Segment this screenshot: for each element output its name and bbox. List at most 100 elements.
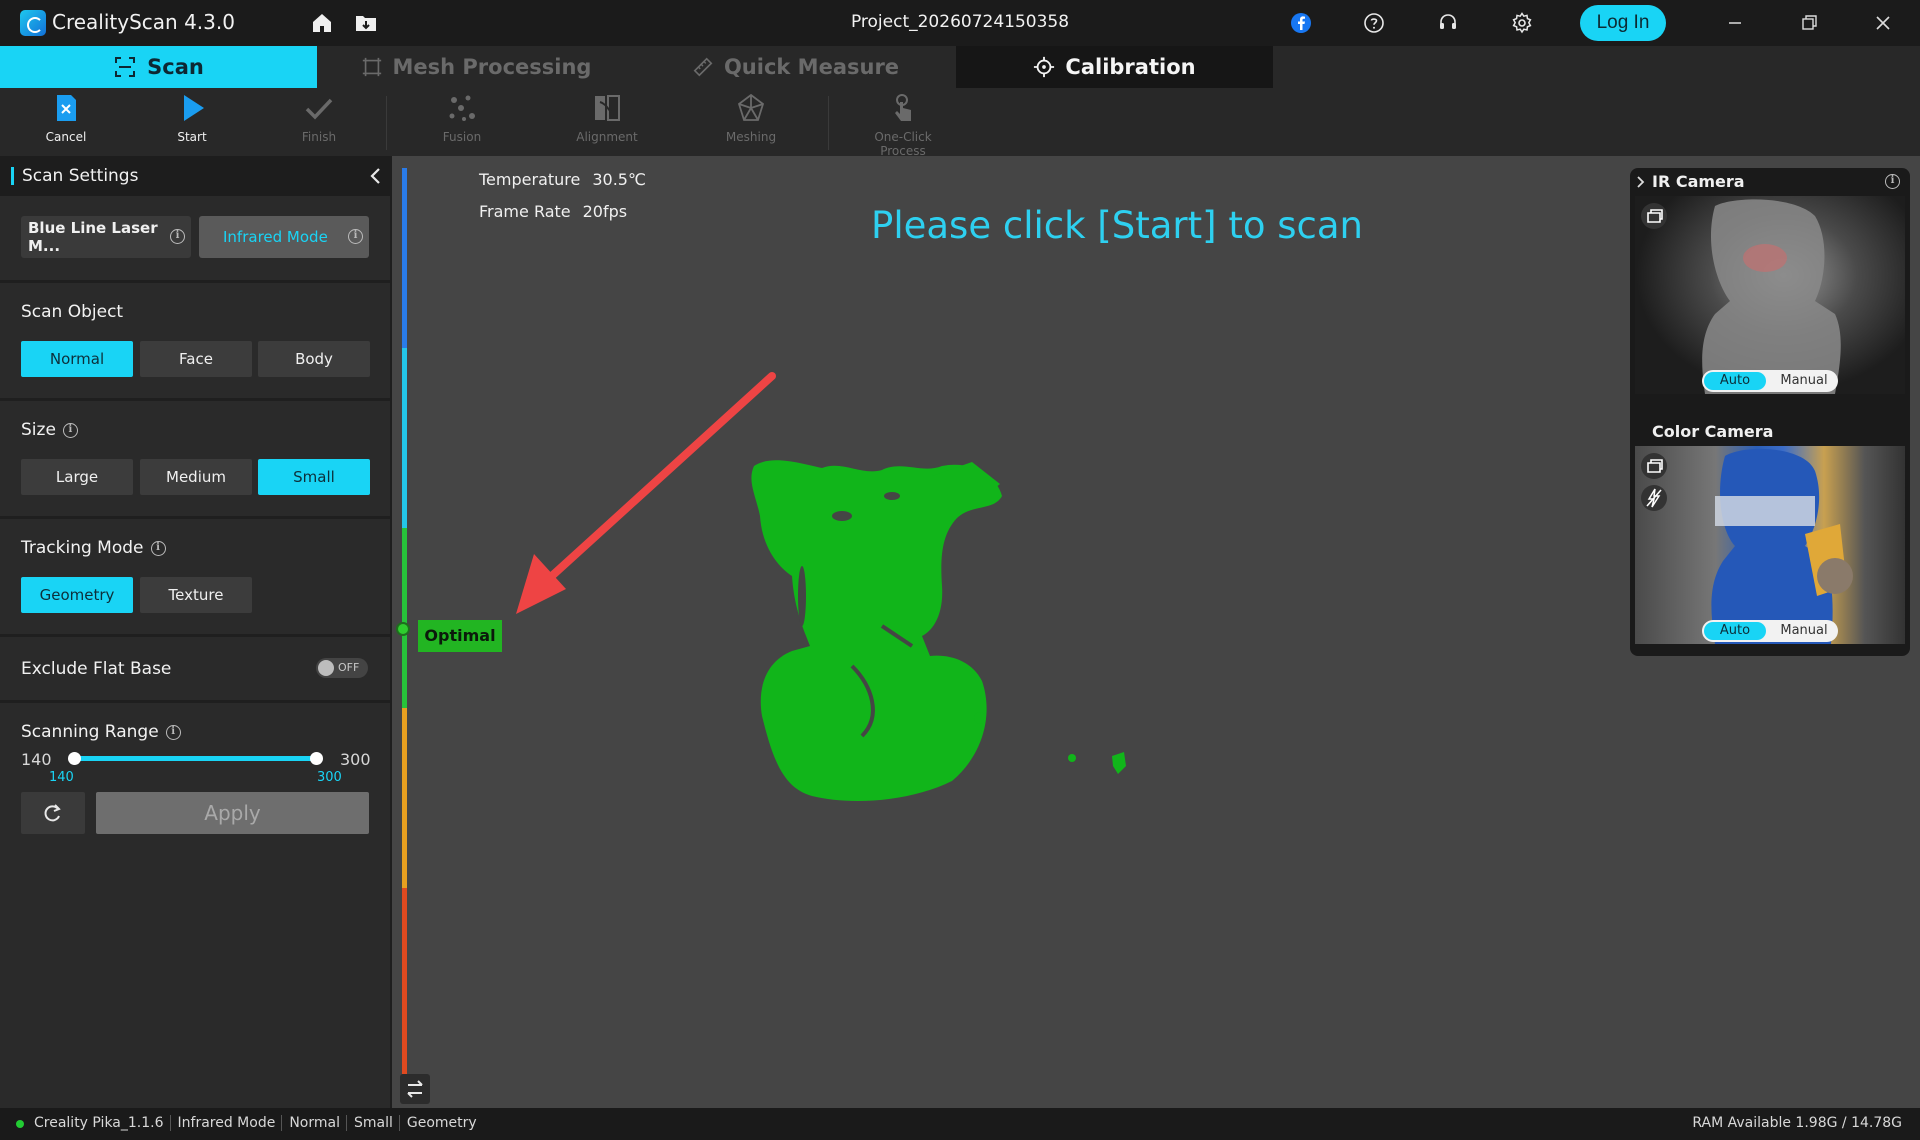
tab-mesh-processing[interactable]: Mesh Processing: [317, 46, 635, 88]
reset-button[interactable]: [21, 792, 85, 834]
info-icon[interactable]: i: [165, 724, 181, 740]
tracking-geometry[interactable]: Geometry: [21, 577, 133, 613]
support-headset-icon[interactable]: [1436, 11, 1460, 35]
ram-available: RAM Available 1.98G / 14.78G: [1692, 1115, 1902, 1131]
size-large[interactable]: Large: [21, 459, 133, 495]
login-button[interactable]: Log In: [1580, 5, 1666, 41]
start-button[interactable]: Start: [142, 92, 242, 152]
info-icon[interactable]: i: [150, 540, 166, 556]
tab-scan[interactable]: Scan: [0, 46, 317, 88]
color-manual-option[interactable]: Manual: [1774, 622, 1834, 640]
one-click-process-button[interactable]: One-Click Process: [853, 92, 953, 158]
info-icon[interactable]: i: [170, 229, 185, 244]
ir-camera-feed: [1635, 196, 1905, 394]
flash-off-icon[interactable]: [1640, 484, 1668, 512]
tab-quick-measure-label: Quick Measure: [723, 55, 900, 79]
touch-hand-icon: [895, 94, 911, 121]
status-device: Creality Pika_1.1.6: [34, 1115, 171, 1131]
refresh-icon: [44, 804, 61, 822]
alignment-button[interactable]: Alignment: [557, 92, 657, 152]
view-swap-button[interactable]: [400, 1074, 430, 1104]
status-size: Small: [347, 1115, 400, 1131]
info-icon[interactable]: i: [62, 422, 78, 438]
blue-line-laser-mode-label: Blue Line Laser M...: [28, 219, 158, 255]
rotate-camera-icon[interactable]: [1640, 202, 1668, 230]
toggle-state: OFF: [338, 661, 360, 674]
infrared-mode-button[interactable]: Infrared Mode i: [199, 216, 369, 258]
restore-icon[interactable]: [1794, 8, 1824, 38]
finish-label: Finish: [301, 130, 337, 144]
infrared-mode-label: Infrared Mode: [223, 228, 328, 246]
fusion-label: Fusion: [442, 130, 482, 144]
cancel-button[interactable]: Cancel: [16, 92, 116, 152]
scan-object-face[interactable]: Face: [140, 341, 252, 377]
collapse-chevron-left-icon[interactable]: [366, 166, 386, 186]
range-max-label: 300: [340, 750, 371, 769]
3d-viewport[interactable]: Optimal Temperature 30.5℃ Frame Rate 20fps…: [392, 156, 1920, 1108]
range-high-value: 300: [317, 770, 342, 785]
settings-gear-icon[interactable]: [1510, 11, 1534, 35]
size-small[interactable]: Small: [258, 459, 370, 495]
fusion-button[interactable]: Fusion: [412, 92, 512, 152]
minimize-icon[interactable]: [1720, 8, 1750, 38]
scan-frame-icon: [115, 57, 136, 77]
section-divider: [0, 634, 390, 637]
section-divider: [0, 398, 390, 401]
info-icon[interactable]: i: [1885, 174, 1900, 189]
color-exposure-toggle[interactable]: Auto Manual: [1702, 620, 1838, 642]
help-icon[interactable]: [1362, 11, 1386, 35]
color-auto-option[interactable]: Auto: [1704, 622, 1766, 640]
status-object: Normal: [282, 1115, 347, 1131]
ir-auto-option[interactable]: Auto: [1704, 372, 1766, 390]
app-logo-icon: [20, 10, 46, 36]
cancel-label: Cancel: [45, 130, 87, 144]
color-camera-title: Color Camera: [1652, 422, 1774, 441]
meshing-button[interactable]: Meshing: [701, 92, 801, 152]
app-title: CrealityScan 4.3.0: [52, 10, 235, 34]
blue-line-laser-mode-button[interactable]: Blue Line Laser M... i: [21, 216, 191, 258]
expand-chevron-right-icon[interactable]: [1636, 176, 1646, 188]
play-icon: [184, 95, 204, 121]
close-icon[interactable]: [1868, 8, 1898, 38]
toolbar-divider: [386, 96, 387, 150]
exclude-flat-base-toggle[interactable]: OFF: [316, 658, 368, 678]
folder-icon[interactable]: [354, 11, 378, 35]
range-high-handle[interactable]: [310, 752, 323, 765]
header-accent-bar: [11, 167, 14, 185]
finish-button[interactable]: Finish: [269, 92, 369, 152]
section-divider: [0, 700, 390, 703]
ruler-icon: [693, 57, 713, 77]
scan-object-body[interactable]: Body: [258, 341, 370, 377]
tab-calibration[interactable]: Calibration: [956, 46, 1273, 88]
toolbar-divider-2: [828, 96, 829, 150]
app-window: CrealityScan 4.3.0 Project_2026072415035…: [0, 0, 1920, 1140]
fusion-icon: [449, 95, 475, 121]
scanning-range-slider[interactable]: [74, 756, 317, 761]
meshing-icon: [737, 93, 765, 121]
rotate-camera-icon[interactable]: [1640, 452, 1668, 480]
size-medium[interactable]: Medium: [140, 459, 252, 495]
checkmark-icon: [305, 98, 333, 120]
tracking-texture[interactable]: Texture: [140, 577, 252, 613]
ir-exposure-toggle[interactable]: Auto Manual: [1702, 370, 1838, 392]
info-icon[interactable]: i: [348, 229, 363, 244]
scan-object-normal[interactable]: Normal: [21, 341, 133, 377]
tab-quick-measure[interactable]: Quick Measure: [635, 46, 956, 88]
ir-manual-option[interactable]: Manual: [1774, 372, 1834, 390]
range-low-value: 140: [49, 770, 74, 785]
home-icon[interactable]: [310, 11, 334, 35]
size-label: Size i: [21, 420, 78, 440]
tab-mesh-processing-label: Mesh Processing: [392, 55, 592, 79]
range-low-handle[interactable]: [68, 752, 81, 765]
one-click-process-label: One-Click Process: [874, 130, 932, 158]
facebook-icon[interactable]: [1289, 11, 1313, 35]
scan-settings-panel: Scan Settings Blue Line Laser M... i Inf…: [0, 156, 390, 1108]
title-bar: CrealityScan 4.3.0 Project_2026072415035…: [0, 0, 1920, 46]
apply-button[interactable]: Apply: [96, 792, 369, 834]
crosshair-icon: [1034, 56, 1055, 78]
device-connected-indicator: [16, 1120, 24, 1128]
scan-object-label: Scan Object: [21, 302, 124, 322]
range-min-label: 140: [21, 750, 52, 769]
status-tracking: Geometry: [406, 1115, 477, 1131]
section-divider: [0, 516, 390, 519]
